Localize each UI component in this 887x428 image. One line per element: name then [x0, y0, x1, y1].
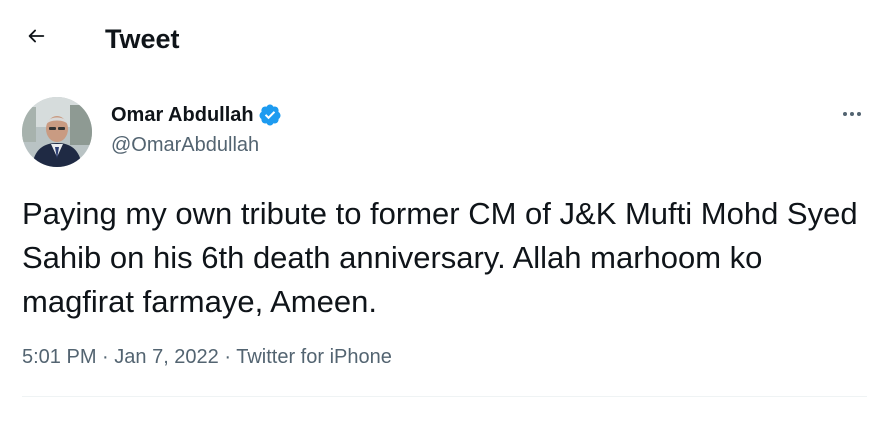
name-row: Omar Abdullah [111, 103, 282, 127]
back-button[interactable] [18, 20, 54, 56]
tweet-date[interactable]: Jan 7, 2022 [114, 346, 219, 368]
tweet-text: Paying my own tribute to former CM of J&… [22, 196, 867, 319]
page-header: Tweet [0, 0, 887, 78]
tweet-page: Tweet Omar Abdullah @OmarAbdullah Paying… [0, 0, 887, 428]
author-handle[interactable]: @OmarAbdullah [111, 133, 259, 157]
more-options-button[interactable] [837, 101, 867, 131]
tweet-source[interactable]: Twitter for iPhone [236, 346, 392, 368]
tweet-time[interactable]: 5:01 PM [22, 346, 96, 368]
arrow-left-icon [25, 25, 47, 52]
meta-separator: · [102, 346, 115, 368]
divider [22, 396, 867, 397]
page-title: Tweet [105, 24, 180, 54]
tweet-author: Omar Abdullah @OmarAbdullah [22, 97, 867, 169]
meta-separator-2: · [224, 346, 237, 368]
author-display-name[interactable]: Omar Abdullah [111, 103, 254, 127]
avatar[interactable] [22, 97, 92, 167]
verified-badge-icon [258, 103, 282, 127]
tweet-metadata: 5:01 PM · Jan 7, 2022 · Twitter for iPho… [22, 345, 392, 369]
more-horizontal-icon [840, 102, 864, 131]
